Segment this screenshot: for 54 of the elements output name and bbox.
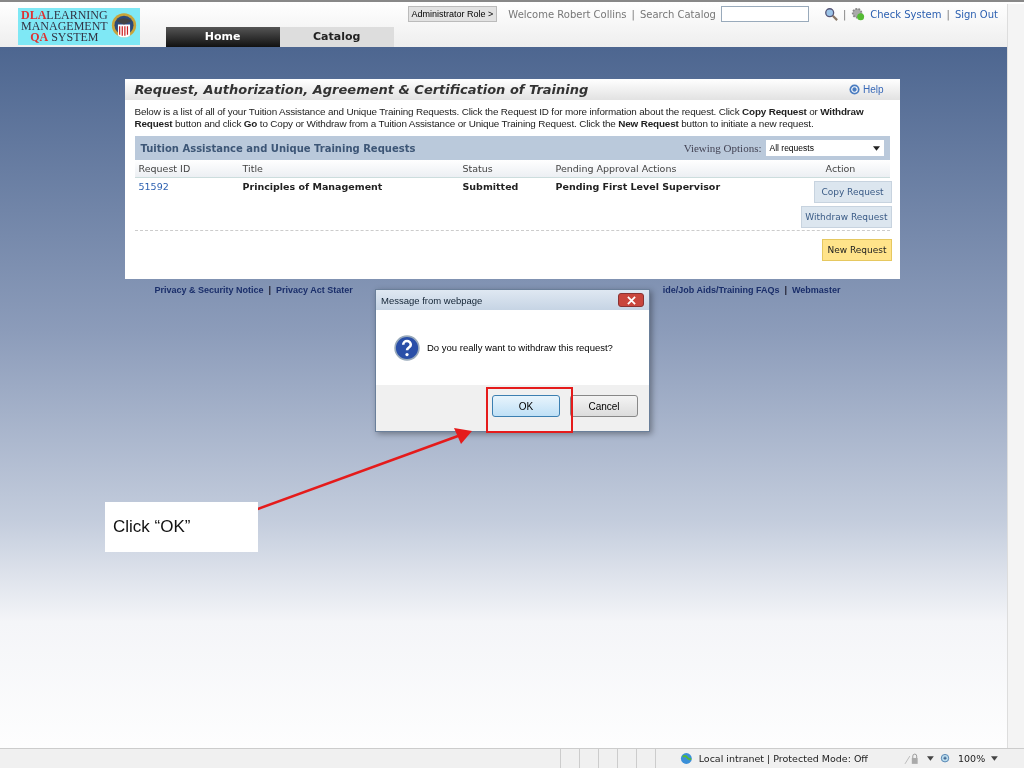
footer-link[interactable]: Privacy Act Stater (276, 285, 353, 295)
close-icon (626, 295, 636, 305)
callout-label: Click “OK” (105, 502, 258, 552)
column-header: Status (462, 163, 494, 174)
viewing-options-label: Viewing Options: (683, 142, 762, 154)
request-id-link[interactable]: 51592 (138, 181, 243, 192)
separator: | (631, 8, 635, 20)
sign-out-link[interactable]: Sign Out (954, 8, 998, 20)
footer-link[interactable]: ide/Job Aids/Training FAQs (662, 285, 780, 295)
search-icon[interactable] (823, 7, 838, 21)
table-cell-text: Pending First Level Supervisor (555, 181, 722, 192)
search-label: Search Catalog (639, 8, 716, 20)
intro-text: Below is a list of all of your Tuition Assistance and Unique Training Requests. Click the Request ID for more information about the request. Click Copy Request or Withdraw Request button and click Go to Copy or Withdraw from a Tuition Assistance or Unique Training Request. Click the New Request button to initiate a new request. (134, 106, 865, 130)
logo: DLALEARNING MANAGEMENT QA SYSTEM (18, 8, 140, 45)
footer-link[interactable]: Webmaster (792, 285, 841, 295)
nav-tab[interactable]: Home (165, 27, 280, 47)
check-system-link[interactable]: Check System (870, 8, 942, 20)
caret-icon[interactable] (991, 756, 998, 761)
column-header: Pending Approval Actions (555, 163, 678, 174)
column-header: Request ID (138, 163, 192, 174)
welcome-text: Welcome Robert Collins (508, 8, 627, 20)
new-request-button[interactable]: New Request (822, 239, 892, 261)
zoom-icon[interactable] (940, 752, 952, 765)
help-icon (848, 84, 860, 95)
action-button[interactable]: Copy Request (813, 181, 892, 203)
page-title: Request, Authorization, Agreement & Certification of Training (134, 82, 589, 97)
footer-link[interactable]: Privacy & Security Notice (154, 285, 264, 295)
globe-icon (680, 752, 693, 765)
dialog-title: Message from webpage (381, 294, 483, 306)
security-zone-text: Local intranet | Protected Mode: Off (698, 753, 868, 764)
dialog-button[interactable]: Cancel (570, 395, 638, 417)
search-field[interactable] (720, 6, 809, 22)
column-header: Action (824, 163, 857, 174)
dialog-button[interactable]: OK (492, 395, 560, 417)
separator: | (784, 285, 788, 295)
column-header: Title (242, 163, 264, 174)
viewing-options-dropdown[interactable]: All requests (765, 140, 884, 156)
gear-icon (851, 7, 866, 21)
separator: | (268, 285, 272, 295)
close-button[interactable] (618, 293, 644, 307)
question-icon (394, 334, 420, 361)
section-title: Tuition Assistance and Unique Training Requests (140, 142, 417, 154)
role-button[interactable]: Administrator Role > (407, 6, 498, 22)
separator: | (946, 8, 950, 20)
nav-tab[interactable]: Catalog (279, 27, 394, 47)
separator: | (842, 8, 847, 20)
action-button[interactable]: Withdraw Request (801, 206, 892, 228)
caret-icon (872, 145, 880, 151)
table-cell-text: Submitted (462, 181, 520, 192)
help-link[interactable]: Help (848, 84, 884, 95)
zoom-level[interactable]: 100% (958, 753, 986, 764)
dialog-message: Do you really want to withdraw this request? (427, 342, 613, 353)
table-cell-text: Principles of Management (242, 181, 384, 192)
caret-icon[interactable] (927, 756, 935, 761)
